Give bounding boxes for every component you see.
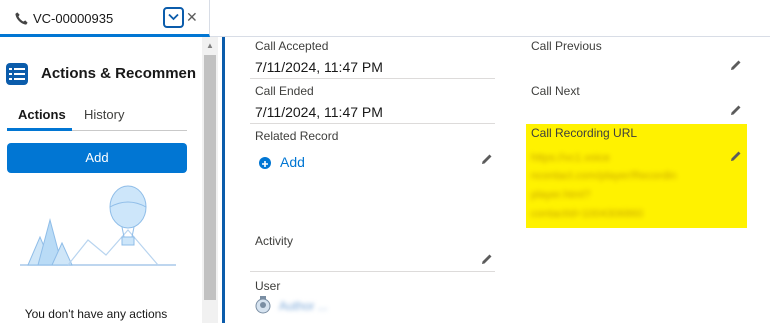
field-value: 7/11/2024, 11:47 PM bbox=[255, 104, 383, 120]
user-avatar-icon bbox=[255, 296, 271, 314]
list-icon bbox=[6, 63, 28, 85]
user-name-link[interactable]: Author ... bbox=[279, 299, 328, 313]
edit-pencil-icon[interactable] bbox=[730, 150, 742, 162]
panel-scrollbar[interactable]: ▲ bbox=[202, 37, 218, 323]
field-call-next: Call Next bbox=[526, 82, 747, 122]
edit-pencil-icon[interactable] bbox=[730, 104, 742, 116]
tab-menu-button[interactable] bbox=[163, 7, 184, 28]
field-label: Call Previous bbox=[531, 39, 602, 53]
edit-pencil-icon[interactable] bbox=[481, 253, 493, 265]
tab-history[interactable]: History bbox=[84, 107, 124, 122]
field-label: Related Record bbox=[255, 129, 339, 143]
tab-title: VC-00000935 bbox=[33, 11, 114, 26]
field-label: Activity bbox=[255, 234, 294, 248]
recording-url-line[interactable]: https://vc1.voice bbox=[531, 152, 731, 164]
empty-state-illustration bbox=[20, 185, 176, 266]
tab-actions[interactable]: Actions bbox=[18, 107, 66, 122]
recording-url-line[interactable]: player.html? bbox=[531, 189, 731, 201]
recording-url-line[interactable]: ncontact.com/player/Recordin bbox=[531, 170, 731, 182]
workspace-tab-bar: VC-00000935 ✕ bbox=[0, 0, 770, 37]
add-related-record-link[interactable]: Add bbox=[280, 154, 305, 170]
field-label: User bbox=[255, 279, 281, 293]
panel-header: Actions & Recommendations bbox=[6, 63, 196, 85]
field-label: Call Ended bbox=[255, 84, 314, 98]
panel-title: Actions & Recommendations bbox=[41, 65, 196, 82]
recording-url-line[interactable]: contactId=1004306860 bbox=[531, 208, 731, 220]
actions-recommendations-panel: Actions & Recommendations Actions Histor… bbox=[0, 37, 202, 323]
field-related-record: Related Record bbox=[250, 127, 495, 227]
field-call-previous: Call Previous bbox=[526, 37, 747, 79]
edit-pencil-icon[interactable] bbox=[481, 153, 493, 165]
field-activity: Activity bbox=[250, 232, 495, 272]
add-action-button[interactable]: Add bbox=[7, 143, 187, 173]
field-value: 7/11/2024, 11:47 PM bbox=[255, 59, 383, 75]
chevron-down-icon bbox=[168, 13, 179, 21]
field-call-accepted: Call Accepted 7/11/2024, 11:47 PM bbox=[250, 37, 495, 79]
record-detail-fields: Call Accepted 7/11/2024, 11:47 PM Call E… bbox=[225, 37, 770, 323]
field-call-ended: Call Ended 7/11/2024, 11:47 PM bbox=[250, 82, 495, 124]
phone-icon bbox=[15, 12, 28, 25]
field-label: Call Recording URL bbox=[531, 126, 638, 140]
add-circle-icon[interactable] bbox=[259, 157, 271, 169]
panel-tabs: Actions History bbox=[7, 105, 187, 131]
field-label: Call Accepted bbox=[255, 39, 329, 53]
field-label: Call Next bbox=[531, 84, 580, 98]
empty-state-message: You don't have any actions bbox=[24, 307, 168, 321]
active-tab-indicator bbox=[7, 128, 72, 131]
edit-pencil-icon[interactable] bbox=[730, 59, 742, 71]
close-tab-icon[interactable]: ✕ bbox=[186, 9, 198, 26]
scroll-up-icon[interactable]: ▲ bbox=[206, 41, 214, 50]
workspace-tab[interactable]: VC-00000935 ✕ bbox=[0, 0, 210, 37]
scrollbar-thumb[interactable] bbox=[204, 55, 216, 300]
field-call-recording-url: Call Recording URL https://vc1.voice nco… bbox=[526, 124, 747, 228]
